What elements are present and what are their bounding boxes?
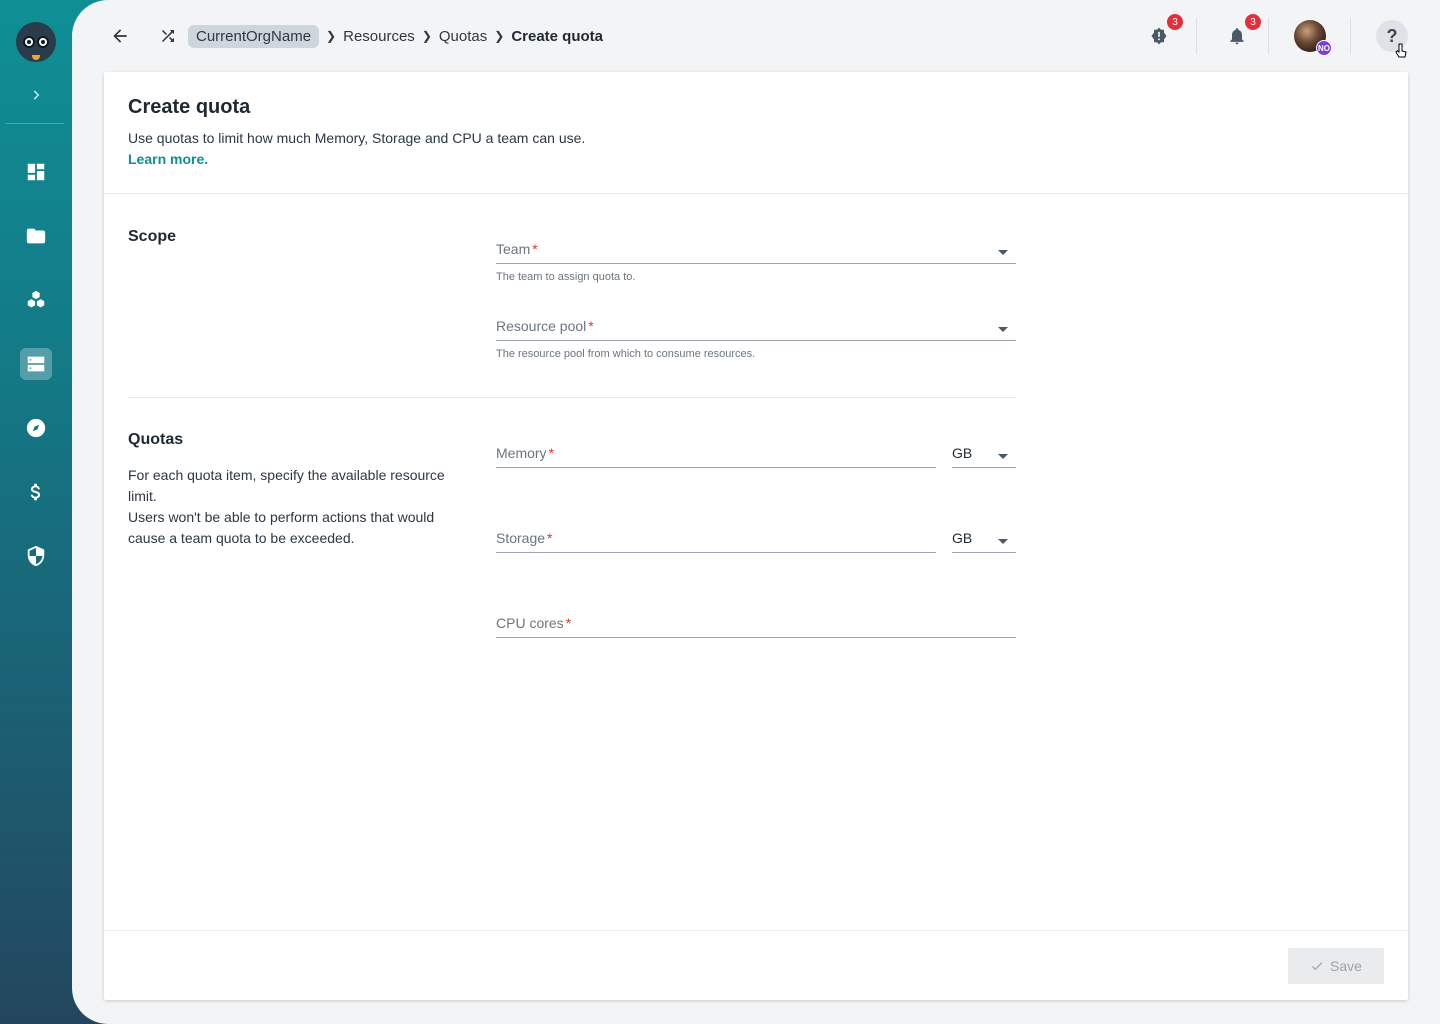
main-panel: CurrentOrgName ❯ Resources ❯ Quotas ❯ Cr… [72, 0, 1440, 1024]
create-quota-card: Create quota Use quotas to limit how muc… [104, 72, 1408, 1000]
breadcrumb-resources[interactable]: Resources [343, 28, 415, 45]
top-divider [1350, 18, 1351, 54]
shuffle-icon [162, 30, 174, 42]
save-label: Save [1330, 958, 1362, 974]
top-divider [1196, 18, 1197, 54]
alert-icon [1151, 27, 1167, 45]
pointer-cursor-icon [1395, 43, 1407, 58]
logo-eye-right [37, 36, 49, 48]
notifications-button[interactable]: 3 [1223, 14, 1261, 50]
breadcrumb-current: Create quota [511, 27, 603, 45]
page-description: Use quotas to limit how much Memory, Sto… [128, 130, 586, 146]
org-initials-badge: NO [1316, 40, 1332, 56]
logo-beak [32, 55, 40, 60]
app-logo[interactable] [16, 22, 56, 62]
alerts-badge: 3 [1167, 14, 1183, 30]
chevron-right-icon: ❯ [421, 29, 432, 43]
compass-icon [26, 418, 46, 438]
card-footer: Save [104, 930, 1408, 1000]
chevron-right-icon[interactable] [24, 84, 48, 106]
sidebar-item-dashboard[interactable] [20, 156, 52, 188]
quotas-section-title: Quotas [128, 431, 184, 448]
sidebar-item-billing[interactable] [20, 476, 52, 508]
sidebar-item-security[interactable] [20, 540, 52, 572]
breadcrumb: CurrentOrgName ❯ Resources ❯ Quotas ❯ Cr… [188, 24, 603, 48]
cluster-icon [27, 290, 45, 308]
caret-down-icon [998, 539, 1008, 544]
dashboard-icon [27, 163, 45, 181]
storage-input[interactable]: Storage * [496, 527, 936, 553]
user-menu-button[interactable]: NO [1294, 20, 1332, 56]
quotas-description: For each quota item, specify the availab… [128, 467, 445, 504]
resource-pool-select[interactable]: Resource pool * [496, 315, 1016, 341]
sidebar [0, 0, 72, 1024]
switch-org-button[interactable] [156, 24, 180, 48]
memory-input[interactable]: Memory * [496, 442, 936, 468]
bell-icon [1230, 28, 1244, 45]
storage-unit-value: GB [952, 530, 973, 546]
alerts-button[interactable]: 3 [1145, 14, 1183, 50]
sidebar-item-resources[interactable] [20, 348, 52, 380]
quotas-description-note: Users won't be able to perform actions t… [128, 509, 435, 546]
sidebar-divider [6, 123, 64, 124]
scope-section-title: Scope [128, 228, 177, 245]
notifications-badge: 3 [1245, 14, 1261, 30]
caret-down-icon [998, 250, 1008, 255]
caret-down-icon [998, 327, 1008, 332]
team-label: Team * [496, 241, 538, 257]
resource-pool-helper-text: The resource pool from which to consume … [496, 348, 756, 360]
sidebar-item-projects[interactable] [20, 220, 52, 252]
cpu-cores-input[interactable]: CPU cores * [496, 612, 1016, 638]
save-button[interactable]: Save [1288, 948, 1384, 984]
dollar-icon [30, 483, 41, 501]
team-select[interactable]: Team * [496, 238, 1016, 264]
memory-label: Memory * [496, 445, 555, 461]
storage-label: Storage * [496, 530, 553, 546]
breadcrumb-quotas[interactable]: Quotas [439, 28, 487, 45]
team-helper-text: The team to assign quota to. [496, 271, 636, 283]
chevron-right-icon: ❯ [494, 29, 505, 43]
breadcrumb-org[interactable]: CurrentOrgName [188, 24, 320, 48]
top-bar: CurrentOrgName ❯ Resources ❯ Quotas ❯ Cr… [72, 0, 1440, 72]
chevron-right-icon: ❯ [326, 29, 337, 43]
card-header: Create quota Use quotas to limit how muc… [104, 72, 1408, 194]
memory-unit-value: GB [952, 445, 973, 461]
back-button[interactable] [108, 24, 132, 48]
top-divider [1268, 18, 1269, 54]
caret-down-icon [998, 454, 1008, 459]
logo-eye-left [23, 36, 35, 48]
server-icon [27, 356, 45, 372]
shield-icon [27, 545, 45, 567]
check-icon [1312, 962, 1323, 971]
cpu-cores-label: CPU cores * [496, 615, 572, 631]
arrow-left-icon [113, 29, 127, 43]
memory-unit-select[interactable]: GB [952, 442, 1016, 468]
folder-icon [26, 228, 46, 244]
storage-unit-select[interactable]: GB [952, 527, 1016, 553]
sidebar-item-explore[interactable] [20, 412, 52, 444]
sidebar-item-clusters[interactable] [20, 284, 52, 316]
learn-more-link[interactable]: Learn more. [128, 151, 208, 167]
resource-pool-label: Resource pool * [496, 318, 594, 334]
section-divider [128, 397, 1016, 398]
page-title: Create quota [128, 96, 251, 118]
